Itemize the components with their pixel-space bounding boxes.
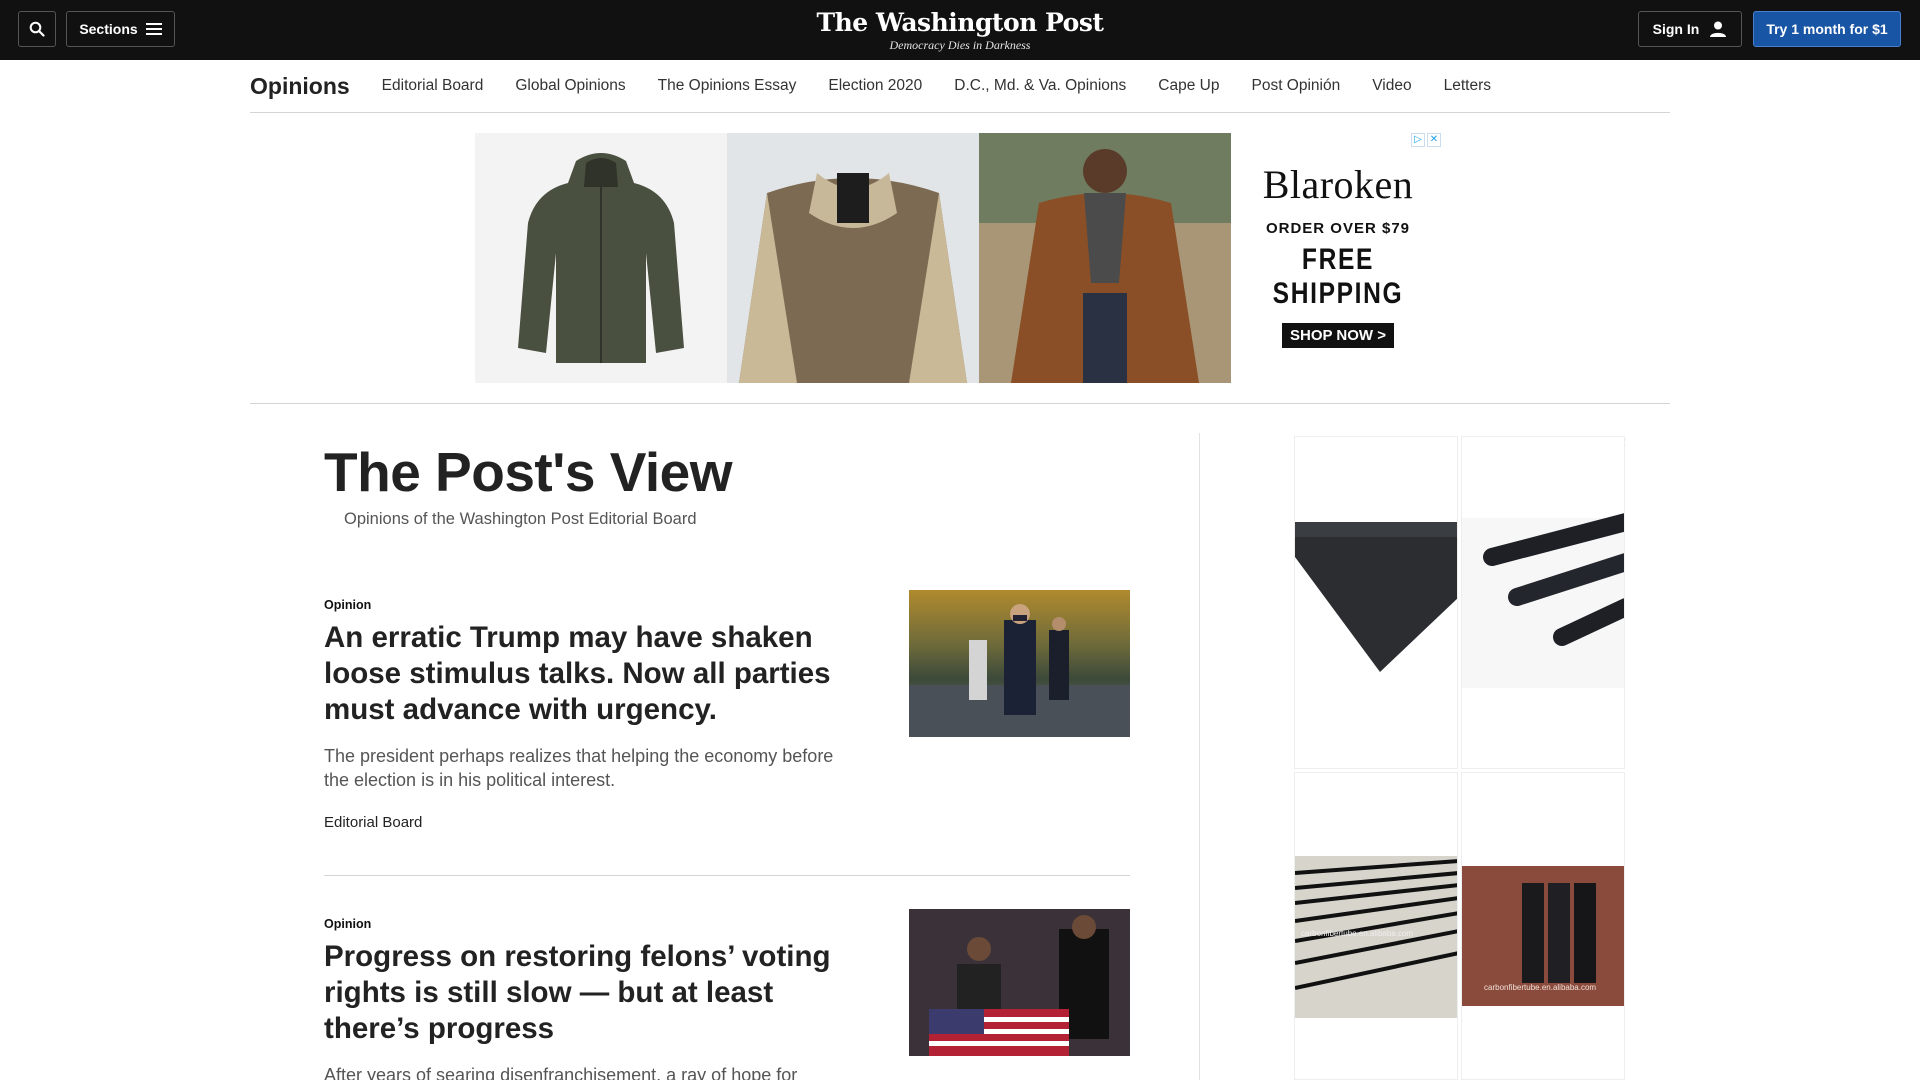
- menu-icon: [145, 23, 162, 35]
- article-image[interactable]: [909, 909, 1130, 1056]
- sections-button[interactable]: Sections: [66, 11, 175, 47]
- logo-title: The Washington Post: [816, 8, 1104, 37]
- sign-in-button[interactable]: Sign In: [1638, 11, 1742, 47]
- close-icon[interactable]: ✕: [1427, 133, 1441, 147]
- article-headline[interactable]: An erratic Trump may have shaken loose s…: [324, 620, 844, 728]
- adchoices-icon[interactable]: ▷: [1411, 133, 1425, 147]
- ad-product-carbon-rods[interactable]: carbonfibertube.en.alibaba.com: [1294, 772, 1458, 1080]
- ad-image-brown-coat[interactable]: [979, 133, 1231, 383]
- ad-product-carbon-blocks[interactable]: carbonfibertube.en.alibaba.com: [1461, 772, 1625, 1080]
- subscribe-button[interactable]: Try 1 month for $1: [1753, 11, 1901, 47]
- nav-item-dc-md-va[interactable]: D.C., Md. & Va. Opinions: [954, 77, 1126, 95]
- page-title: The Post's View: [324, 441, 733, 503]
- ad-product-carbon-tubes[interactable]: [1461, 436, 1625, 769]
- user-icon: [1710, 21, 1727, 37]
- top-bar: Sections The Washington Post Democracy D…: [0, 0, 1920, 60]
- ad-shop-now-button[interactable]: SHOP NOW >: [1282, 323, 1394, 348]
- logo-tagline: Democracy Dies in Darkness: [889, 38, 1031, 52]
- column-divider: [1199, 433, 1200, 1080]
- page-subtitle: Opinions of the Washington Post Editoria…: [344, 510, 697, 528]
- sections-label: Sections: [79, 21, 138, 37]
- article-card: Opinion An erratic Trump may have shaken…: [324, 590, 1130, 831]
- ad-image-shearling-jacket[interactable]: [727, 133, 979, 383]
- article-blurb: The president perhaps realizes that help…: [324, 746, 834, 790]
- section-title[interactable]: Opinions: [250, 73, 350, 100]
- ad-offer-line: ORDER OVER $79: [1265, 220, 1411, 237]
- ad-product-carbon-sheet[interactable]: [1294, 436, 1458, 769]
- article-image[interactable]: [909, 590, 1130, 737]
- search-button[interactable]: [18, 11, 56, 47]
- nav-item-election-2020[interactable]: Election 2020: [828, 77, 922, 95]
- article-blurb: After years of searing disenfranchisemen…: [324, 1065, 798, 1080]
- nav-item-letters[interactable]: Letters: [1444, 77, 1491, 95]
- ad-brand-name: Blaroken: [1262, 162, 1414, 207]
- ad-choices[interactable]: ▷ ✕: [1411, 133, 1441, 147]
- sidebar-ad[interactable]: ▷ ✕ carbonfibertub: [1294, 436, 1627, 1080]
- ad-watermark: carbonfibertube.en.alibaba.com: [1301, 929, 1414, 938]
- divider: [250, 403, 1670, 404]
- section-nav: Opinions Editorial Board Global Opinions…: [250, 60, 1670, 113]
- nav-item-cape-up[interactable]: Cape Up: [1158, 77, 1219, 95]
- article-divider: [324, 875, 1130, 876]
- nav-item-opinions-essay[interactable]: The Opinions Essay: [658, 77, 797, 95]
- site-logo[interactable]: The Washington Post Democracy Dies in Da…: [760, 8, 1160, 53]
- nav-item-video[interactable]: Video: [1372, 77, 1411, 95]
- banner-ad[interactable]: ▷ ✕ Blaroken ORDER OVER $79 FREE SHIPPIN…: [475, 133, 1445, 383]
- ad-watermark: carbonfibertube.en.alibaba.com: [1484, 983, 1597, 992]
- article-byline[interactable]: Editorial Board: [324, 814, 1130, 831]
- ad-image-green-jacket[interactable]: [475, 133, 727, 383]
- nav-item-post-opinion[interactable]: Post Opinión: [1251, 77, 1340, 95]
- nav-item-global-opinions[interactable]: Global Opinions: [515, 77, 625, 95]
- ad-shipping-line: FREE SHIPPING: [1272, 243, 1404, 310]
- ad-brand-panel[interactable]: ▷ ✕ Blaroken ORDER OVER $79 FREE SHIPPIN…: [1231, 133, 1445, 383]
- nav-item-editorial-board[interactable]: Editorial Board: [382, 77, 484, 95]
- sign-in-label: Sign In: [1652, 21, 1700, 37]
- search-icon: [29, 21, 45, 37]
- article-card: Opinion Progress on restoring felons’ vo…: [324, 909, 1130, 1080]
- article-headline[interactable]: Progress on restoring felons’ voting rig…: [324, 939, 844, 1047]
